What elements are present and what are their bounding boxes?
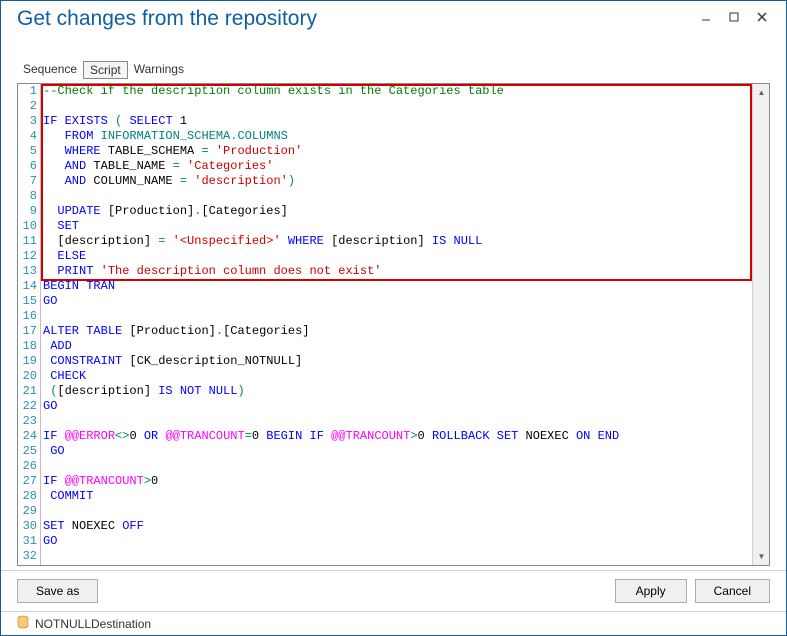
tab-warnings[interactable]: Warnings — [128, 61, 190, 79]
footer-buttons: Save as Apply Cancel — [1, 570, 786, 611]
apply-button[interactable]: Apply — [615, 579, 687, 603]
status-db-name: NOTNULLDestination — [35, 617, 151, 631]
code-line[interactable]: ([description] IS NOT NULL) — [41, 384, 752, 399]
code-line[interactable]: IF @@ERROR<>0 OR @@TRANCOUNT=0 BEGIN IF … — [41, 429, 752, 444]
code-line[interactable] — [41, 414, 752, 429]
code-line[interactable]: GO — [41, 294, 752, 309]
code-line[interactable]: AND TABLE_NAME = 'Categories' — [41, 159, 752, 174]
tab-sequence[interactable]: Sequence — [17, 61, 83, 79]
code-line[interactable]: ADD — [41, 339, 752, 354]
code-line[interactable] — [41, 189, 752, 204]
code-line[interactable]: --Check if the description column exists… — [41, 84, 752, 99]
code-line[interactable]: ELSE — [41, 249, 752, 264]
code-area[interactable]: --Check if the description column exists… — [41, 84, 752, 565]
code-line[interactable]: AND COLUMN_NAME = 'description') — [41, 174, 752, 189]
cancel-button[interactable]: Cancel — [695, 579, 770, 603]
code-line[interactable]: BEGIN TRAN — [41, 279, 752, 294]
code-line[interactable]: IF @@TRANCOUNT>0 — [41, 474, 752, 489]
line-gutter: 1234567891011121314151617181920212223242… — [18, 84, 41, 565]
code-editor[interactable]: 1234567891011121314151617181920212223242… — [17, 83, 770, 566]
code-line[interactable]: COMMIT — [41, 489, 752, 504]
vertical-scrollbar[interactable]: ▲ ▼ — [752, 84, 769, 565]
scroll-up-icon[interactable]: ▲ — [753, 84, 770, 101]
code-line[interactable] — [41, 99, 752, 114]
code-line[interactable]: GO — [41, 399, 752, 414]
code-line[interactable]: SET NOEXEC OFF — [41, 519, 752, 534]
code-line[interactable]: GO — [41, 444, 752, 459]
code-line[interactable]: PRINT 'The description column does not e… — [41, 264, 752, 279]
maximize-button[interactable] — [720, 7, 748, 27]
window-buttons — [692, 7, 776, 27]
code-line[interactable] — [41, 504, 752, 519]
code-line[interactable]: ALTER TABLE [Production].[Categories] — [41, 324, 752, 339]
code-line[interactable]: FROM INFORMATION_SCHEMA.COLUMNS — [41, 129, 752, 144]
code-line[interactable] — [41, 549, 752, 564]
code-line[interactable] — [41, 309, 752, 324]
database-icon — [17, 615, 29, 632]
tab-script[interactable]: Script — [83, 61, 128, 79]
code-line[interactable]: WHERE TABLE_SCHEMA = 'Production' — [41, 144, 752, 159]
window-title: Get changes from the repository — [17, 7, 317, 31]
statusbar: NOTNULLDestination — [1, 611, 786, 635]
code-line[interactable] — [41, 459, 752, 474]
minimize-button[interactable] — [692, 7, 720, 27]
tabs: Sequence Script Warnings — [1, 49, 786, 83]
code-line[interactable]: GO — [41, 534, 752, 549]
code-line[interactable]: CONSTRAINT [CK_description_NOTNULL] — [41, 354, 752, 369]
code-line[interactable]: IF EXISTS ( SELECT 1 — [41, 114, 752, 129]
close-button[interactable] — [748, 7, 776, 27]
code-line[interactable]: CHECK — [41, 369, 752, 384]
code-line[interactable]: UPDATE [Production].[Categories] — [41, 204, 752, 219]
scroll-down-icon[interactable]: ▼ — [753, 548, 770, 565]
code-line[interactable]: SET — [41, 219, 752, 234]
code-line[interactable]: [description] = '<Unspecified>' WHERE [d… — [41, 234, 752, 249]
save-as-button[interactable]: Save as — [17, 579, 98, 603]
titlebar: Get changes from the repository — [1, 1, 786, 49]
